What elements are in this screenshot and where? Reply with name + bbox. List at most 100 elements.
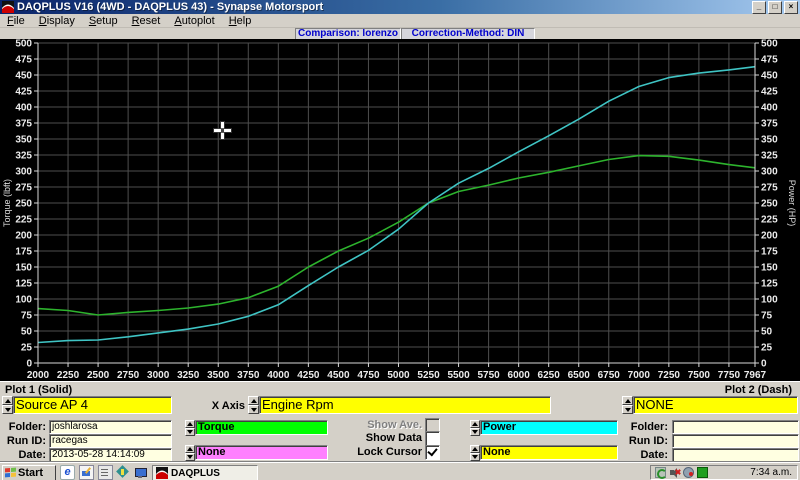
info-bar: Comparison: lorenzo Correction-Method: D… bbox=[0, 28, 800, 39]
check-icon bbox=[427, 446, 437, 457]
svg-text:5500: 5500 bbox=[447, 370, 470, 381]
channel1-spinner[interactable] bbox=[185, 420, 195, 436]
svg-text:4750: 4750 bbox=[357, 370, 380, 381]
channel4-spinner[interactable] bbox=[470, 445, 480, 461]
svg-text:75: 75 bbox=[21, 311, 33, 322]
menu-file[interactable]: File bbox=[0, 15, 32, 27]
channel1-field[interactable]: Torque bbox=[195, 420, 328, 435]
plot1-header: Plot 1 (Solid) bbox=[5, 384, 72, 396]
show-data-checkbox[interactable] bbox=[425, 431, 440, 446]
svg-text:4250: 4250 bbox=[297, 370, 320, 381]
tray-icon-status[interactable] bbox=[697, 467, 708, 478]
task-button-label: DAQPLUS bbox=[171, 468, 220, 479]
svg-text:2500: 2500 bbox=[87, 370, 110, 381]
svg-text:325: 325 bbox=[761, 151, 778, 162]
dyno-chart-area[interactable]: 0025255050757510010012512515015017517520… bbox=[0, 39, 800, 381]
tray-icon-network[interactable] bbox=[683, 467, 694, 478]
document-icon[interactable] bbox=[98, 465, 113, 480]
svg-text:300: 300 bbox=[761, 167, 778, 178]
title-bar[interactable]: DAQPLUS V16 (4WD - DAQPLUS 43) - Synapse… bbox=[0, 0, 800, 14]
svg-text:25: 25 bbox=[761, 343, 773, 354]
plot1-folder-label: Folder: bbox=[0, 421, 46, 433]
tray-icon-volume-muted[interactable] bbox=[669, 467, 680, 478]
svg-text:6750: 6750 bbox=[598, 370, 621, 381]
close-icon[interactable]: × bbox=[784, 1, 798, 14]
channel3-spinner[interactable] bbox=[470, 420, 480, 436]
svg-text:125: 125 bbox=[15, 279, 32, 290]
plot1-runid-label: Run ID: bbox=[0, 435, 46, 447]
plot2-runid-label: Run ID: bbox=[620, 435, 668, 447]
svg-text:275: 275 bbox=[15, 183, 32, 194]
channel2-spinner[interactable] bbox=[185, 445, 195, 461]
plot2-source-spinner[interactable] bbox=[622, 396, 633, 414]
svg-text:225: 225 bbox=[15, 215, 32, 226]
svg-text:175: 175 bbox=[761, 247, 778, 258]
svg-text:0: 0 bbox=[761, 359, 767, 370]
menu-display[interactable]: Display bbox=[32, 15, 82, 27]
menu-help[interactable]: Help bbox=[222, 15, 259, 27]
channel4-field[interactable]: None bbox=[480, 445, 618, 460]
svg-text:2250: 2250 bbox=[57, 370, 80, 381]
svg-text:3500: 3500 bbox=[207, 370, 230, 381]
svg-text:250: 250 bbox=[15, 199, 32, 210]
svg-text:75: 75 bbox=[761, 311, 773, 322]
plot1-folder-field[interactable]: joshlarosa bbox=[49, 420, 172, 434]
plot1-source-field[interactable]: Source AP 4 bbox=[13, 396, 172, 414]
ie-icon[interactable]: e bbox=[60, 465, 75, 480]
quick-launch-bar: e bbox=[60, 465, 147, 479]
application-window: DAQPLUS V16 (4WD - DAQPLUS 43) - Synapse… bbox=[0, 0, 800, 480]
channel3-field[interactable]: Power bbox=[480, 420, 618, 435]
svg-text:350: 350 bbox=[15, 135, 32, 146]
svg-text:0: 0 bbox=[26, 359, 32, 370]
lock-cursor-checkbox[interactable] bbox=[425, 445, 440, 460]
tray-icon-1[interactable] bbox=[655, 467, 666, 478]
minimize-icon[interactable]: _ bbox=[752, 1, 766, 14]
svg-text:5750: 5750 bbox=[477, 370, 500, 381]
clock[interactable]: 7:34 a.m. bbox=[750, 467, 792, 478]
desktop-icon[interactable] bbox=[134, 466, 147, 479]
plot2-header: Plot 2 (Dash) bbox=[725, 384, 792, 396]
x-axis-field[interactable]: Engine Rpm bbox=[259, 396, 551, 414]
plot2-folder-field[interactable] bbox=[672, 420, 799, 434]
svg-text:6250: 6250 bbox=[538, 370, 561, 381]
channels-icon[interactable] bbox=[117, 466, 130, 479]
plot2-runid-field[interactable] bbox=[672, 434, 799, 448]
menu-bar: File Display Setup Reset Autoplot Help bbox=[0, 14, 800, 28]
svg-text:150: 150 bbox=[15, 263, 32, 274]
svg-text:Power (HP): Power (HP) bbox=[787, 180, 797, 227]
plot2-source-field[interactable]: NONE bbox=[633, 396, 798, 414]
menu-autoplot[interactable]: Autoplot bbox=[167, 15, 221, 27]
maximize-icon[interactable]: □ bbox=[768, 1, 782, 14]
x-axis-label: X Axis bbox=[195, 400, 245, 412]
svg-text:200: 200 bbox=[761, 231, 778, 242]
plot2-date-field[interactable] bbox=[672, 448, 799, 462]
svg-text:25: 25 bbox=[21, 343, 33, 354]
start-button[interactable]: Start bbox=[2, 465, 56, 480]
menu-reset[interactable]: Reset bbox=[125, 15, 168, 27]
svg-text:375: 375 bbox=[761, 119, 778, 130]
svg-text:225: 225 bbox=[761, 215, 778, 226]
svg-text:3750: 3750 bbox=[237, 370, 260, 381]
svg-text:350: 350 bbox=[761, 135, 778, 146]
channel2-field[interactable]: None bbox=[195, 445, 328, 460]
source-spinner[interactable] bbox=[2, 396, 13, 414]
plot1-date-field[interactable]: 2013-05-28 14:14:09 bbox=[49, 448, 172, 462]
svg-text:6000: 6000 bbox=[508, 370, 531, 381]
svg-text:150: 150 bbox=[761, 263, 778, 274]
svg-text:250: 250 bbox=[761, 199, 778, 210]
plot2-date-label: Date: bbox=[620, 449, 668, 461]
svg-text:50: 50 bbox=[761, 327, 773, 338]
menu-setup[interactable]: Setup bbox=[82, 15, 125, 27]
svg-text:7250: 7250 bbox=[658, 370, 681, 381]
taskbar-button-daqplus[interactable]: DAQPLUS bbox=[152, 465, 258, 480]
svg-text:5000: 5000 bbox=[387, 370, 410, 381]
svg-text:175: 175 bbox=[15, 247, 32, 258]
mail-icon[interactable] bbox=[79, 465, 94, 480]
svg-text:300: 300 bbox=[15, 167, 32, 178]
svg-text:125: 125 bbox=[761, 279, 778, 290]
plot1-runid-field[interactable]: racegas bbox=[49, 434, 172, 448]
svg-text:2000: 2000 bbox=[27, 370, 50, 381]
plot1-date-label: Date: bbox=[0, 449, 46, 461]
svg-text:375: 375 bbox=[15, 119, 32, 130]
x-axis-spinner[interactable] bbox=[248, 396, 259, 414]
